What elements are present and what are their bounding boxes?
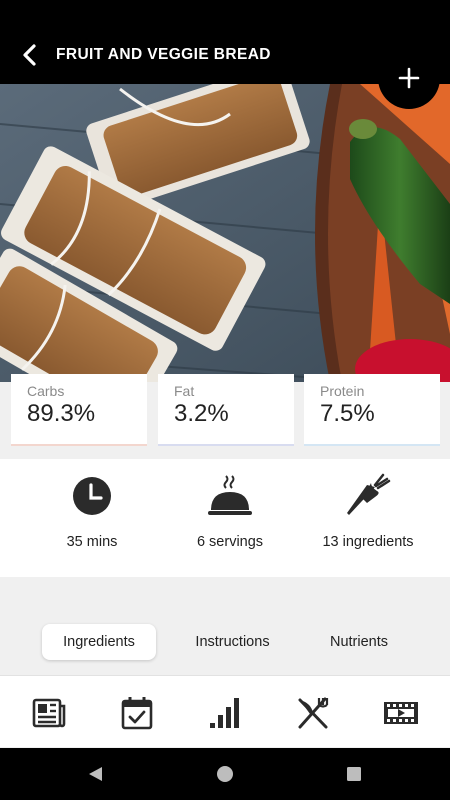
- prep-time-item: 35 mins: [17, 459, 167, 577]
- tab-nutrients[interactable]: Nutrients: [310, 624, 408, 660]
- system-home-button[interactable]: [213, 762, 237, 786]
- calendar-check-icon: [121, 697, 153, 730]
- back-button[interactable]: [14, 38, 48, 72]
- system-recents-button[interactable]: [342, 762, 366, 786]
- ingredients-count-text: 13 ingredients: [322, 534, 414, 550]
- macro-value: 89.3%: [27, 400, 96, 427]
- plus-icon: [398, 67, 420, 89]
- ingredients-count-item: 13 ingredients: [293, 459, 443, 577]
- back-triangle-icon: [89, 767, 102, 781]
- page-title: FRUIT AND VEGGIE BREAD: [56, 46, 271, 63]
- nav-videos-button[interactable]: [381, 693, 421, 733]
- recents-square-icon: [347, 767, 361, 781]
- servings-text: 6 servings: [196, 534, 264, 550]
- system-navigation-bar: [0, 748, 450, 800]
- macro-value: 3.2%: [174, 400, 229, 427]
- system-back-button[interactable]: [83, 762, 107, 786]
- tab-instructions[interactable]: Instructions: [175, 624, 290, 660]
- macro-label: Protein: [320, 383, 365, 399]
- clock-icon: [73, 477, 111, 515]
- bar-chart-icon: [210, 698, 239, 728]
- nav-stats-button[interactable]: [205, 693, 245, 733]
- fork-knife-icon: [298, 697, 329, 729]
- video-film-icon: [384, 702, 418, 724]
- chevron-left-icon: [23, 44, 36, 66]
- macro-value: 7.5%: [320, 400, 375, 427]
- macro-card-fat: Fat 3.2%: [158, 374, 294, 446]
- recipe-hero-image: [0, 84, 450, 382]
- serving-cloche-icon: [208, 475, 252, 515]
- newspaper-icon: [32, 698, 66, 728]
- tab-ingredients[interactable]: Ingredients: [42, 624, 156, 660]
- nav-feed-button[interactable]: [29, 693, 69, 733]
- macro-label: Fat: [174, 383, 195, 399]
- recipe-tabs: Ingredients Instructions Nutrients: [0, 624, 450, 660]
- nav-recipes-button[interactable]: [293, 693, 333, 733]
- nav-planner-button[interactable]: [117, 693, 157, 733]
- macro-card-protein: Protein 7.5%: [304, 374, 440, 446]
- macro-card-carbs: Carbs 89.3%: [11, 374, 147, 446]
- prep-time-text: 35 mins: [66, 534, 118, 550]
- macro-label: Carbs: [27, 383, 65, 399]
- add-button[interactable]: [378, 47, 440, 109]
- carrot-icon: [347, 473, 391, 515]
- home-circle-icon: [217, 766, 233, 782]
- servings-item: 6 servings: [155, 459, 305, 577]
- recipe-info-panel: 35 mins 6 servings 13 ingredients: [0, 459, 450, 577]
- bottom-navigation: [0, 675, 450, 747]
